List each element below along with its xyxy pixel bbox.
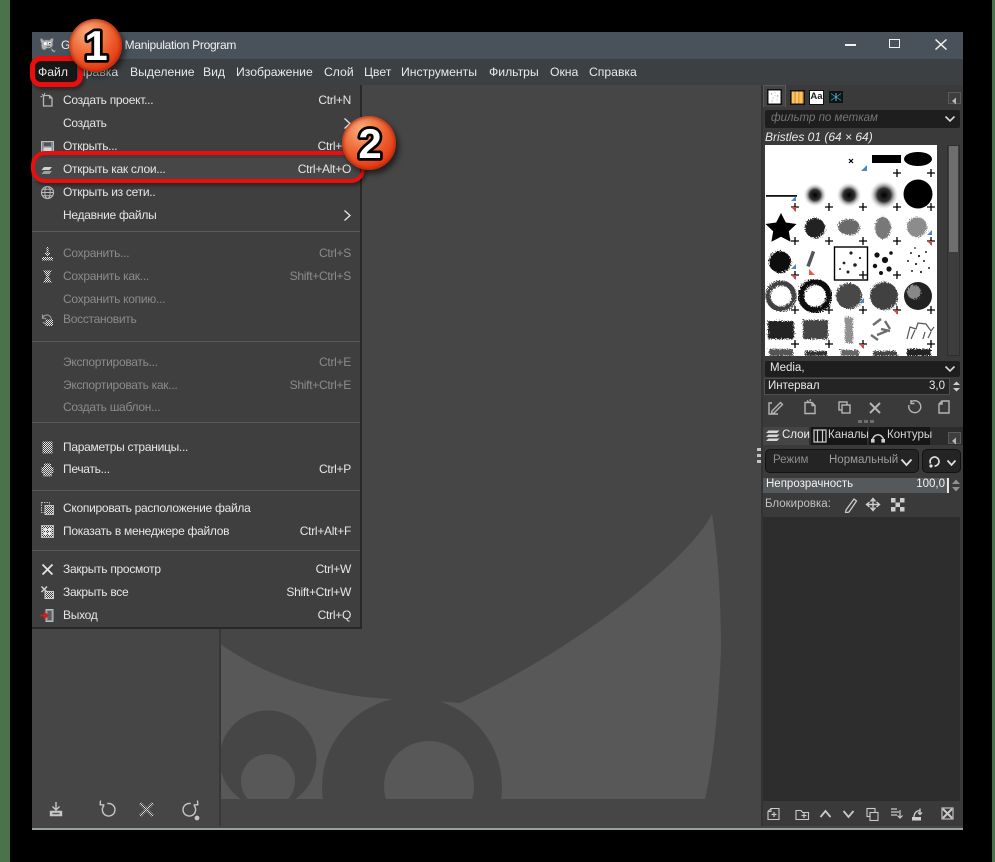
svg-text:1: 1: [84, 22, 107, 69]
svg-text:2: 2: [358, 120, 381, 167]
